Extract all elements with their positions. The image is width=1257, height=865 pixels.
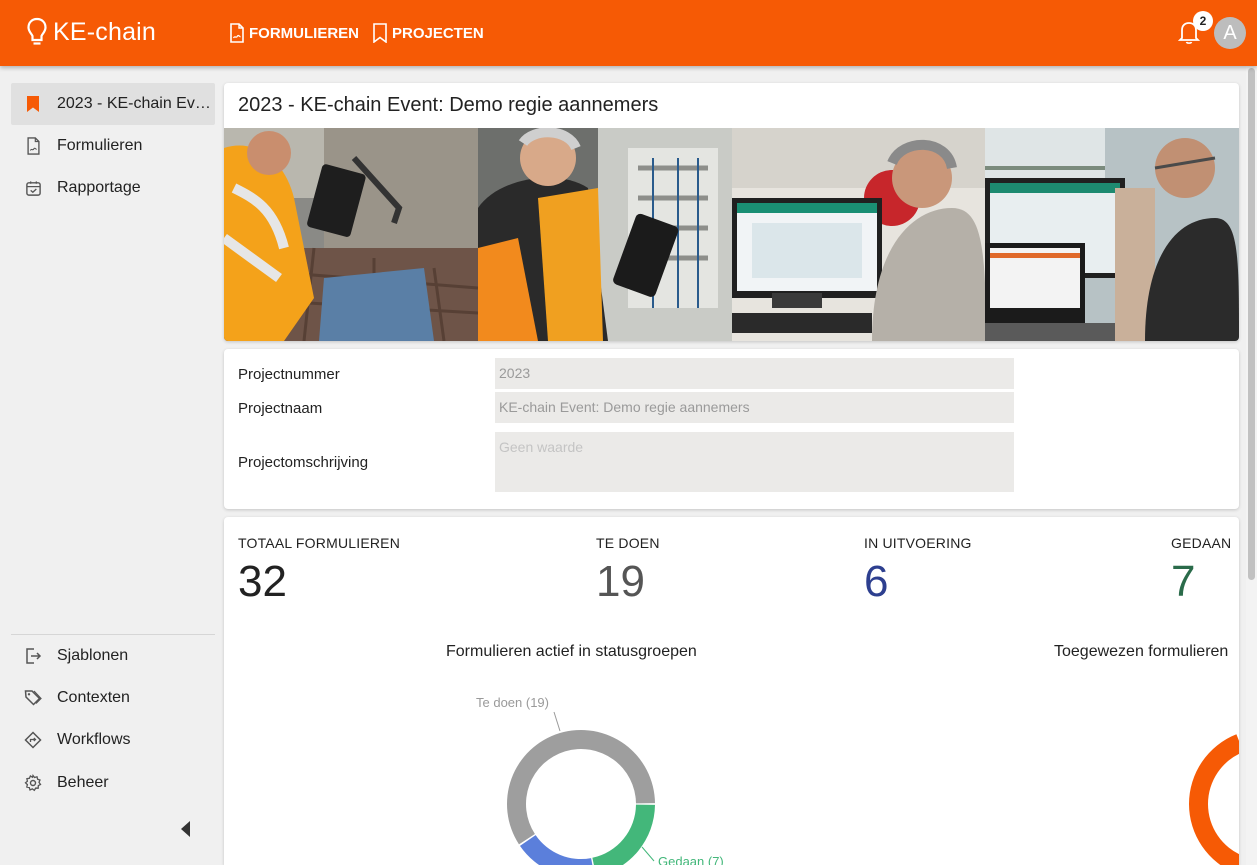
avatar[interactable]: A [1214,17,1246,49]
sidebar-item-beheer[interactable]: Beheer [11,762,215,804]
nav-formulieren-label: FORMULIEREN [249,24,359,42]
nav-formulieren[interactable]: FORMULIEREN [229,22,359,44]
sidebar-item-sjablonen[interactable]: Sjablonen [11,635,215,677]
collapse-sidebar-button[interactable] [181,821,191,842]
sidebar-item-label: Formulieren [57,137,143,154]
notification-badge: 2 [1193,11,1213,31]
tags-icon [22,687,44,709]
donut-chart-toegewezen [1189,734,1239,865]
project-header-card: 2023 - KE-chain Event: Demo regie aannem… [224,83,1239,341]
gear-icon [22,772,44,794]
sidebar-item-contexten[interactable]: Contexten [11,677,215,719]
project-banner-image [224,128,1239,341]
sidebar-item-rapportage[interactable]: Rapportage [11,167,215,209]
sidebar-item-project[interactable]: 2023 - KE-chain Event: Demo regie aannem… [11,83,215,125]
sidebar-item-label: 2023 - KE-chain Event: Demo regie aannem… [57,95,215,112]
sidebar-item-label: Rapportage [57,179,141,196]
projectomschrijving-field: Geen waarde [495,432,1014,492]
form-icon [230,23,244,43]
sidebar-item-label: Beheer [57,774,109,791]
bookmark-icon [22,93,44,115]
banner-photo-4 [985,128,1239,341]
project-properties-card: Projectnummer 2023 Projectnaam KE-chain … [224,349,1239,509]
page-title: 2023 - KE-chain Event: Demo regie aannem… [238,94,659,116]
bookmark-icon [373,23,387,43]
scrollbar-thumb[interactable] [1248,68,1255,580]
form-icon [22,135,44,157]
projectnaam-field: KE-chain Event: Demo regie aannemers [495,392,1014,423]
banner-photo-1 [224,128,478,341]
banner-photo-3 [731,128,986,341]
nav-projecten[interactable]: PROJECTEN [372,22,484,44]
slice-toegewezen-primary[interactable] [1189,734,1239,865]
projectomschrijving-label: Projectomschrijving [238,454,369,471]
sidebar-item-label: Contexten [57,689,130,706]
sidebar-item-workflows[interactable]: Workflows [11,719,215,761]
sidebar-item-label: Sjablonen [57,647,129,664]
sidebar-item-formulieren[interactable]: Formulieren [11,125,215,167]
projectnummer-field: 2023 [495,358,1014,389]
page-scrollbar[interactable] [1246,66,1257,865]
statistics-card: TOTAAL FORMULIEREN 32 TE DOEN 19 IN UITV… [224,517,1239,865]
projectnummer-label: Projectnummer [238,366,340,383]
logo-text: KE-chain [53,17,157,46]
banner-photo-2 [477,128,732,341]
ke-chain-logo[interactable]: KE-chain [27,15,156,49]
top-bar: KE-chain FORMULIEREN PROJECTEN 2 A [0,0,1257,66]
report-icon [22,177,44,199]
template-icon [22,645,44,667]
sidebar-item-label: Workflows [57,731,131,748]
sidebar: 2023 - KE-chain Event: Demo regie aannem… [0,66,222,865]
projectnaam-label: Projectnaam [238,400,323,417]
caret-left-icon [181,821,190,837]
lightbulb-icon [27,17,47,45]
workflow-icon [22,729,44,751]
nav-projecten-label: PROJECTEN [392,24,484,42]
